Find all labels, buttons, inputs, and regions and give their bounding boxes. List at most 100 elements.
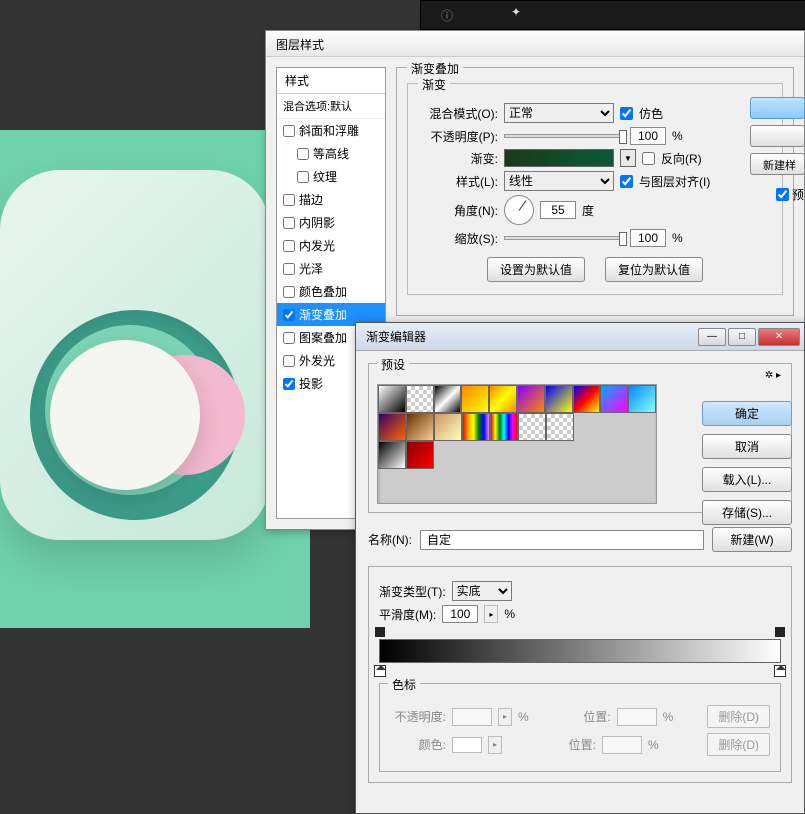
gear-icon[interactable]: ✲ ▸ xyxy=(765,370,781,381)
load-button[interactable]: 载入(L)... xyxy=(702,467,792,492)
scale-input[interactable] xyxy=(630,229,666,247)
color-stop-left[interactable] xyxy=(374,665,386,677)
styles-header[interactable]: 样式 xyxy=(277,68,385,94)
dialog-title: 图层样式 xyxy=(276,38,324,52)
dither-checkbox[interactable] xyxy=(620,107,633,120)
canvas[interactable] xyxy=(0,130,310,628)
style-checkbox[interactable] xyxy=(283,194,295,206)
style-item-6[interactable]: 光泽 xyxy=(277,257,385,280)
align-checkbox[interactable] xyxy=(620,175,633,188)
smoothness-input[interactable] xyxy=(442,605,478,623)
opacity-stop-right[interactable] xyxy=(775,627,785,637)
dialog-titlebar[interactable]: 图层样式 xyxy=(266,31,804,57)
preset-swatch[interactable] xyxy=(378,385,406,413)
style-checkbox[interactable] xyxy=(283,240,295,252)
name-input[interactable] xyxy=(420,530,704,550)
save-button[interactable]: 存储(S)... xyxy=(702,500,792,525)
cs-position-label: 位置: xyxy=(555,708,611,725)
opacity-stop-left[interactable] xyxy=(375,627,385,637)
preset-swatch[interactable] xyxy=(406,385,434,413)
opacity-label: 不透明度(P): xyxy=(418,128,498,145)
preset-swatch[interactable] xyxy=(545,385,573,413)
style-item-4[interactable]: 内阴影 xyxy=(277,211,385,234)
preset-swatch[interactable] xyxy=(378,413,406,441)
style-item-3[interactable]: 描边 xyxy=(277,188,385,211)
opacity-slider[interactable] xyxy=(504,134,624,138)
preset-swatch[interactable] xyxy=(406,441,434,469)
preset-swatch[interactable] xyxy=(461,385,489,413)
style-item-1[interactable]: 等高线 xyxy=(277,142,385,165)
percent-label-4: % xyxy=(518,710,529,724)
preset-swatch[interactable] xyxy=(434,413,462,441)
style-checkbox[interactable] xyxy=(283,309,295,321)
style-item-label: 投影 xyxy=(299,375,323,392)
new-button[interactable]: 新建(W) xyxy=(712,527,792,552)
preset-swatch[interactable] xyxy=(518,413,546,441)
set-default-button[interactable]: 设置为默认值 xyxy=(487,257,585,282)
preset-swatch[interactable] xyxy=(434,385,462,413)
ok-button[interactable]: 确定 xyxy=(702,401,792,426)
minimize-icon[interactable]: — xyxy=(698,328,726,346)
style-item-0[interactable]: 斜面和浮雕 xyxy=(277,119,385,142)
opacity-input[interactable] xyxy=(630,127,666,145)
scale-slider[interactable] xyxy=(504,236,624,240)
preview-checkbox[interactable] xyxy=(776,188,789,201)
style-checkbox[interactable] xyxy=(283,217,295,229)
preset-swatch[interactable] xyxy=(573,385,601,413)
dither-label: 仿色 xyxy=(639,105,663,122)
preset-swatch[interactable] xyxy=(462,413,490,441)
style-checkbox[interactable] xyxy=(283,263,295,275)
delete-color-stop-button: 删除(D) xyxy=(707,733,770,756)
percent-label-3: % xyxy=(504,607,515,621)
close-icon[interactable]: ✕ xyxy=(758,328,800,346)
color-stop-right[interactable] xyxy=(774,665,786,677)
preset-swatch[interactable] xyxy=(628,385,656,413)
style-checkbox[interactable] xyxy=(283,286,295,298)
gradient-type-select[interactable]: 实底 xyxy=(452,581,512,601)
preset-swatch[interactable] xyxy=(517,385,545,413)
style-checkbox[interactable] xyxy=(297,171,309,183)
preset-swatch[interactable] xyxy=(490,413,518,441)
blend-options-default[interactable]: 混合选项:默认 xyxy=(277,94,385,119)
style-item-label: 图案叠加 xyxy=(299,329,347,346)
style-item-5[interactable]: 内发光 xyxy=(277,234,385,257)
style-item-2[interactable]: 纹理 xyxy=(277,165,385,188)
angle-dial[interactable] xyxy=(504,195,534,225)
cancel-button-partial[interactable] xyxy=(750,125,805,147)
angle-unit: 度 xyxy=(582,202,594,219)
reset-default-button[interactable]: 复位为默认值 xyxy=(605,257,703,282)
style-checkbox[interactable] xyxy=(283,332,295,344)
gradient-preview[interactable] xyxy=(504,149,614,167)
blend-mode-select[interactable]: 正常 xyxy=(504,103,614,123)
stepper-icon[interactable]: ▸ xyxy=(484,605,498,623)
gradient-dropdown-icon[interactable]: ▼ xyxy=(620,149,636,167)
angle-input[interactable] xyxy=(540,201,576,219)
preset-swatch[interactable] xyxy=(489,385,517,413)
maximize-icon[interactable]: □ xyxy=(728,328,756,346)
style-checkbox[interactable] xyxy=(283,378,295,390)
preset-swatch[interactable] xyxy=(546,413,574,441)
style-checkbox[interactable] xyxy=(297,148,309,160)
gradient-title: 渐变编辑器 xyxy=(366,328,426,345)
preset-swatch[interactable] xyxy=(378,441,406,469)
ok-button-partial[interactable] xyxy=(750,97,805,119)
gradient-titlebar[interactable]: 渐变编辑器 — □ ✕ xyxy=(356,323,804,351)
style-select[interactable]: 线性 xyxy=(504,171,614,191)
gradient-bar[interactable] xyxy=(379,639,781,663)
style-checkbox[interactable] xyxy=(283,125,295,137)
style-checkbox[interactable] xyxy=(283,355,295,367)
percent-label-2: % xyxy=(672,231,683,245)
preset-grid[interactable] xyxy=(377,384,657,504)
cs-position-input xyxy=(617,708,657,726)
preset-swatch[interactable] xyxy=(406,413,434,441)
name-label: 名称(N): xyxy=(368,531,412,548)
delete-opacity-stop-button: 删除(D) xyxy=(707,705,770,728)
icon-circle-white xyxy=(50,340,200,490)
reverse-checkbox[interactable] xyxy=(642,152,655,165)
colorstops-title: 色标 xyxy=(388,676,420,693)
new-style-button[interactable]: 新建样 xyxy=(750,153,805,175)
group-title: 渐变叠加 xyxy=(407,60,463,77)
cancel-button[interactable]: 取消 xyxy=(702,434,792,459)
preset-swatch[interactable] xyxy=(600,385,628,413)
style-item-7[interactable]: 颜色叠加 xyxy=(277,280,385,303)
